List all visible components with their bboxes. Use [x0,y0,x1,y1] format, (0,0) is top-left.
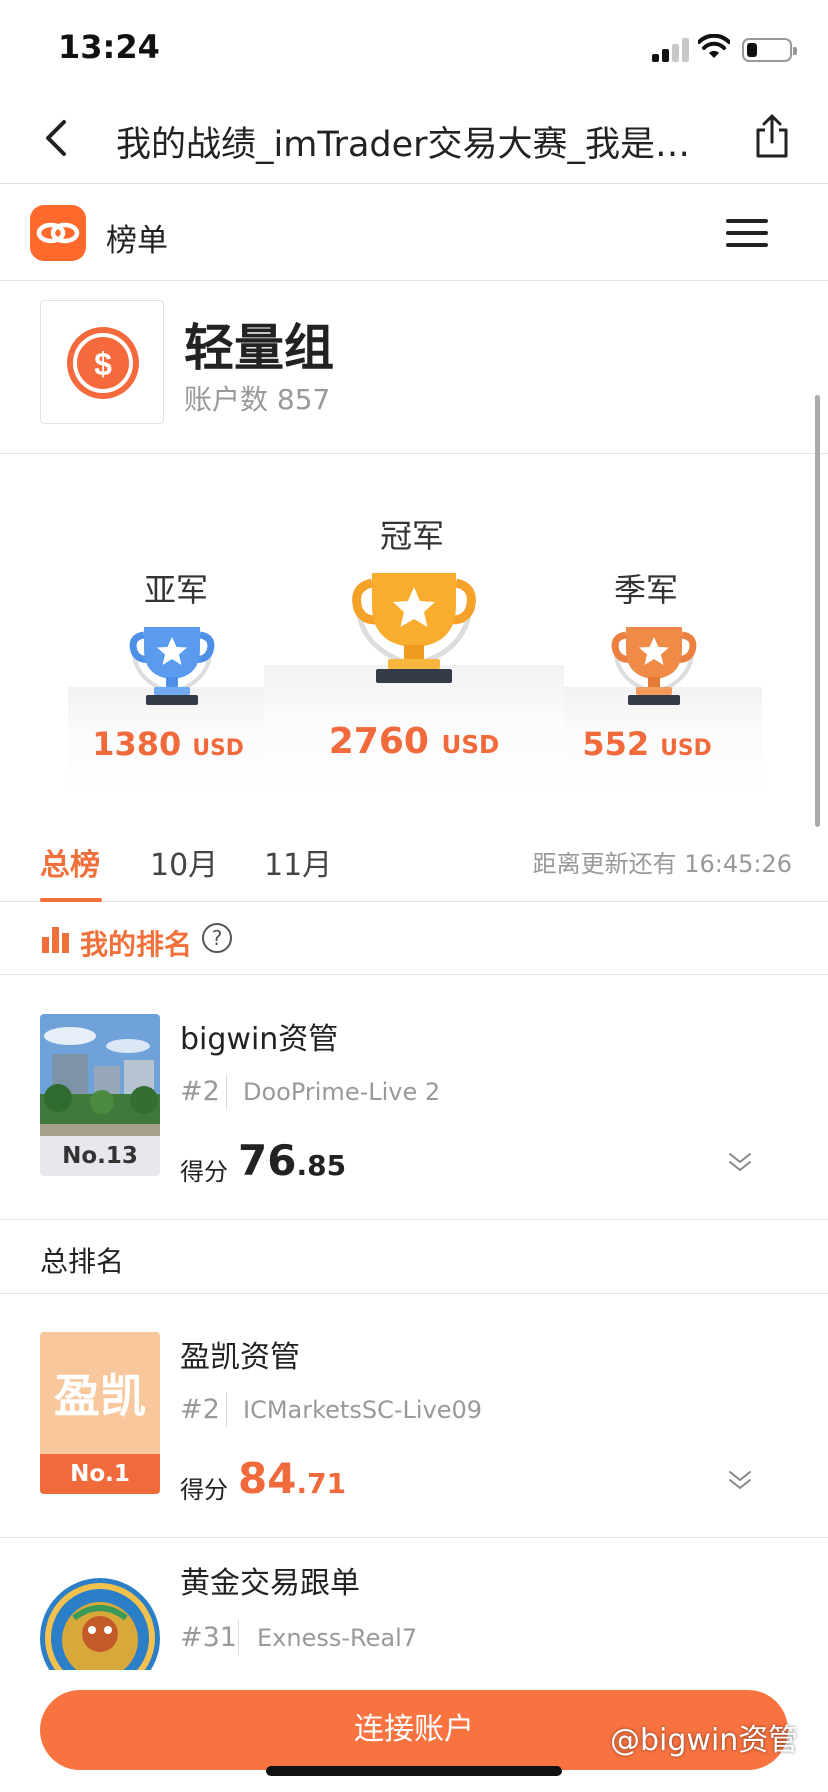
divider [238,1620,239,1656]
score-value: 76.85 [238,1136,347,1185]
rank-badge: No.13 [40,1136,160,1176]
divider [226,1074,227,1110]
dollar-coin-icon: $ [40,300,164,424]
link-logo-icon [36,222,80,244]
ranking-row[interactable]: 黄金交易跟单 #31 Exness-Real7 [0,1538,828,1688]
score-value: 84.71 [238,1454,347,1503]
trader-name: bigwin资管 [180,1022,339,1057]
ranking-row[interactable]: 盈凯 No.1 盈凯资管 #2 ICMarketsSC-Live09 得分 84… [0,1294,828,1538]
expand-chevron-icon[interactable] [726,1148,754,1176]
silver-trophy-icon [129,627,215,705]
help-icon[interactable]: ? [202,923,232,953]
avatar-text: 盈凯 [54,1369,146,1423]
page-title: 我的战绩_imTrader交易大赛_我是… [116,125,691,165]
avatar: 盈凯 No.1 [40,1332,160,1494]
svg-text:$: $ [94,346,112,382]
expand-chevron-icon[interactable] [726,1466,754,1494]
building-photo [40,1014,160,1136]
app-logo [30,205,86,261]
first-place-prize: 2760 USD [328,721,500,762]
cellular-signal-icon [652,38,692,62]
divider [226,1392,227,1428]
score-label: 得分 [180,1158,228,1186]
account-count: 账户数 857 [184,383,331,416]
podium: 亚军 冠军 季军 1380 USD 2760 USD 552 USD [0,455,828,797]
second-place-prize: 1380 USD [92,725,244,763]
gold-trophy-icon [352,573,476,683]
app-header: 榜单 [0,185,828,281]
back-arrow-icon[interactable] [38,114,78,162]
trader-position: #31 [180,1622,237,1653]
active-tab-indicator [40,898,102,902]
group-name: 轻量组 [184,319,334,377]
status-bar: 13:24 [0,0,828,92]
trader-server: ICMarketsSC-Live09 [243,1396,483,1424]
hamburger-menu-icon[interactable] [726,219,768,247]
bronze-trophy-icon [611,627,697,705]
update-countdown: 距离更新还有 16:45:26 [532,850,792,878]
trader-server: DooPrime-Live 2 [243,1078,441,1106]
group-info: $ 轻量组 账户数 857 [0,282,828,454]
overall-ranking-label: 总排名 [40,1245,125,1278]
my-rank-label: 我的排名 [80,928,193,961]
tab-november[interactable]: 11月 [264,840,332,884]
wifi-icon [698,34,730,58]
battery-icon [742,38,797,62]
rank-badge: No.1 [40,1454,160,1494]
trader-name: 盈凯资管 [180,1340,300,1375]
third-place-prize: 552 USD [582,725,712,763]
tab-october[interactable]: 10月 [150,840,218,884]
tab-overall[interactable]: 总榜 [40,840,100,884]
trader-name: 黄金交易跟单 [180,1566,360,1601]
status-time: 13:24 [58,28,160,66]
overall-ranking-header: 总排名 [0,1220,828,1294]
share-icon[interactable] [752,112,792,160]
trader-server: Exness-Real7 [257,1624,418,1652]
avatar: No.13 [40,1014,160,1176]
ranking-tabs: 总榜 10月 11月 距离更新还有 16:45:26 [0,818,828,902]
score-label: 得分 [180,1476,228,1504]
bar-chart-icon [42,927,70,953]
home-indicator [266,1766,562,1776]
my-rank-header: 我的排名 ? [0,903,828,975]
app-section-label: 榜单 [106,223,168,259]
my-ranking-card[interactable]: No.13 bigwin资管 #2 DooPrime-Live 2 得分 76.… [0,976,828,1220]
trader-position: #2 [180,1394,220,1425]
navigation-bar: 我的战绩_imTrader交易大赛_我是… [0,92,828,184]
trader-position: #2 [180,1076,220,1107]
watermark: @bigwin资管 [610,1723,799,1758]
